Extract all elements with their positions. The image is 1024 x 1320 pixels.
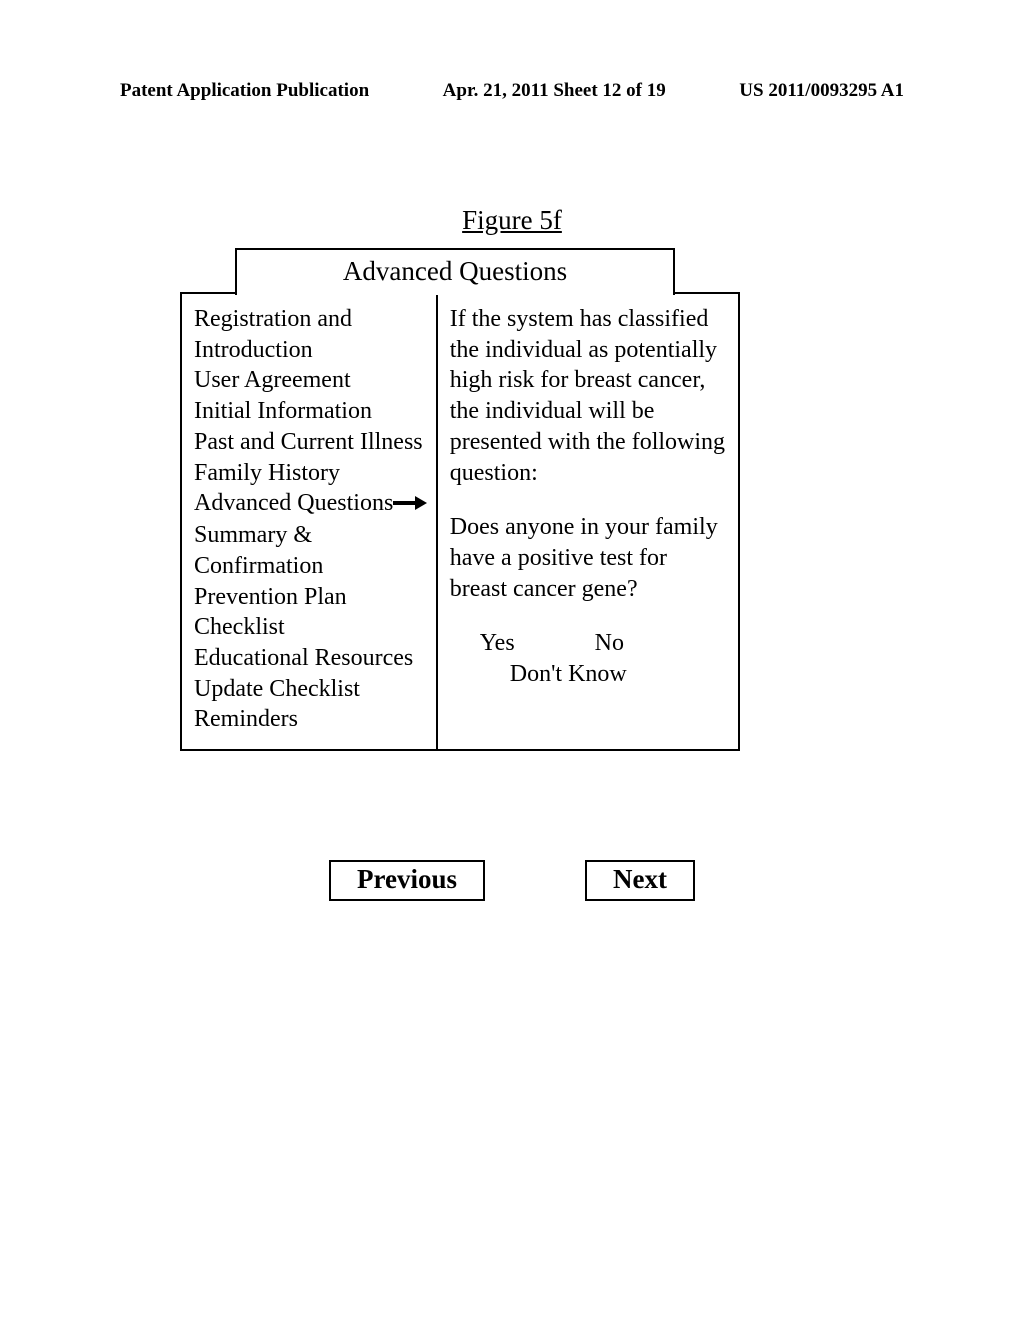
nav-item-prevention-plan[interactable]: Prevention Plan xyxy=(194,582,428,613)
content-panel: If the system has classified the individ… xyxy=(438,294,738,749)
nav-item-advanced-questions[interactable]: Advanced Questions xyxy=(194,490,393,516)
nav-item-summary-confirmation[interactable]: Summary & Confirmation xyxy=(194,520,428,581)
nav-item-registration[interactable]: Registration and Introduction xyxy=(194,304,428,365)
panel-title: Advanced Questions xyxy=(235,248,675,295)
page-header: Patent Application Publication Apr. 21, … xyxy=(120,80,904,102)
nav-item-initial-information[interactable]: Initial Information xyxy=(194,396,428,427)
answer-no[interactable]: No xyxy=(595,628,624,659)
nav-item-family-history[interactable]: Family History xyxy=(194,458,428,489)
next-button[interactable]: Next xyxy=(585,860,695,901)
nav-item-update-checklist[interactable]: Update Checklist xyxy=(194,674,428,705)
button-row: Previous Next xyxy=(0,860,1024,901)
nav-item-educational-resources[interactable]: Educational Resources xyxy=(194,643,428,674)
figure-title: Figure 5f xyxy=(0,205,1024,236)
nav-item-reminders[interactable]: Reminders xyxy=(194,704,428,735)
nav-item-user-agreement[interactable]: User Agreement xyxy=(194,365,428,396)
header-left: Patent Application Publication xyxy=(120,80,369,102)
header-center: Apr. 21, 2011 Sheet 12 of 19 xyxy=(443,80,666,102)
previous-button[interactable]: Previous xyxy=(329,860,485,901)
header-right: US 2011/0093295 A1 xyxy=(739,80,904,102)
answer-yes[interactable]: Yes xyxy=(480,628,515,659)
answer-row: Yes No xyxy=(450,628,730,659)
current-step-arrow-icon xyxy=(393,489,427,520)
answer-dont-know[interactable]: Don't Know xyxy=(510,659,730,690)
nav-item-past-current-illness[interactable]: Past and Current Illness xyxy=(194,427,428,458)
navigation-list: Registration and Introduction User Agree… xyxy=(182,294,438,749)
question-text: Does anyone in your family have a positi… xyxy=(450,512,730,604)
nav-item-checklist[interactable]: Checklist xyxy=(194,612,428,643)
main-panel: Registration and Introduction User Agree… xyxy=(180,292,740,751)
intro-text: If the system has classified the individ… xyxy=(450,304,730,488)
